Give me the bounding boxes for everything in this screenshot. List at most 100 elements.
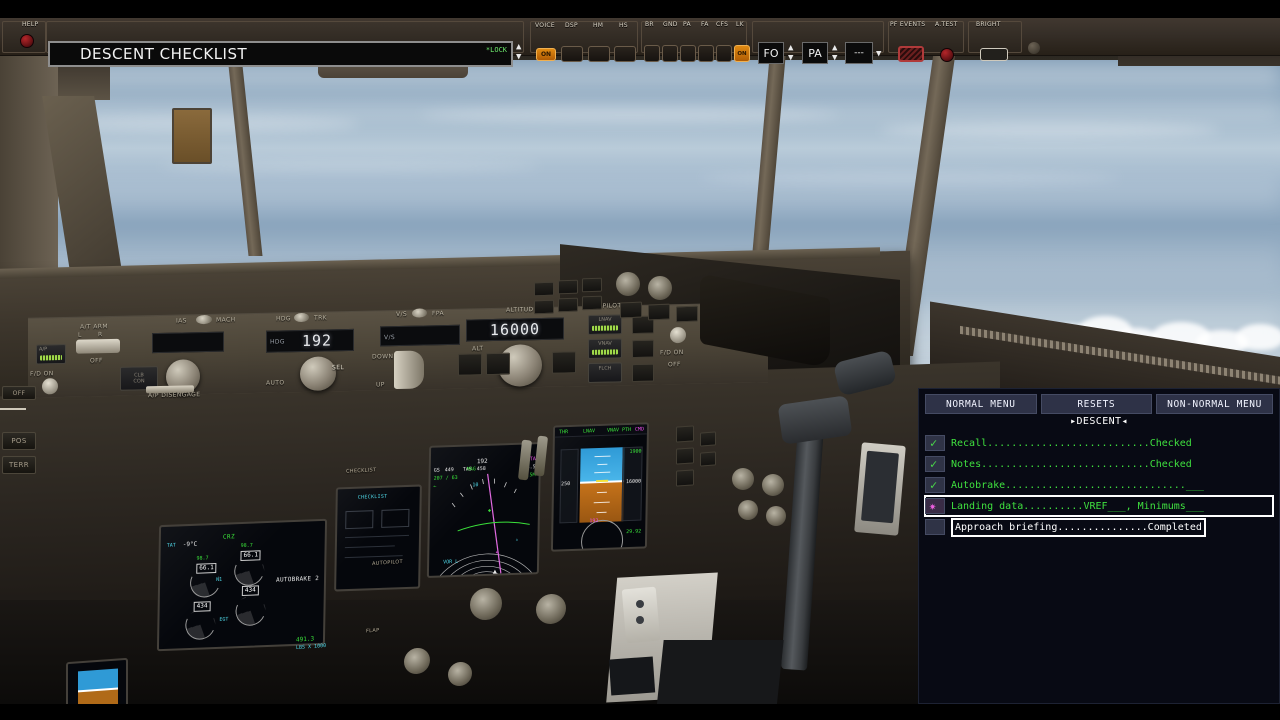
fo-up-arrow[interactable]: ▲	[788, 44, 793, 53]
ecl-checkbox[interactable]	[925, 519, 945, 535]
br-button[interactable]	[644, 45, 660, 62]
ecl-item-text: Recall...........................Checked	[951, 437, 1192, 449]
vs-label: V/S	[396, 310, 408, 319]
fa-button[interactable]	[698, 45, 714, 62]
checklist-scroll-arrows[interactable]: ▲ ▼	[516, 43, 521, 62]
fo-down-arrow[interactable]: ▼	[788, 54, 793, 63]
ias-mach-window	[152, 331, 224, 354]
ecl-row-active[interactable]: ✷ Landing data..........VREF___, Minimum…	[924, 495, 1274, 517]
flch-button[interactable]: FLCH	[588, 362, 622, 384]
mip-button-4[interactable]	[700, 431, 716, 447]
at-arm-switch[interactable]	[76, 338, 120, 354]
loc-button[interactable]	[486, 352, 510, 376]
ecl-checkbox[interactable]: ✓	[925, 435, 945, 451]
ecl-checkbox[interactable]: ✓	[925, 477, 945, 493]
ap-disengage-bar[interactable]	[146, 385, 194, 394]
efis-off-button[interactable]: OFF	[2, 386, 36, 400]
ecl-item-text: Notes............................Checked	[951, 458, 1192, 470]
bright-button[interactable]	[980, 48, 1008, 61]
ias-mach-toggle[interactable]	[196, 314, 212, 325]
n1-label: N1	[216, 576, 223, 583]
checklist-title-display[interactable]: DESCENT CHECKLIST *LOCK	[48, 41, 513, 67]
glare-button-7[interactable]	[620, 301, 642, 319]
glare-button-3[interactable]	[582, 277, 602, 293]
scroll-up-arrow[interactable]: ▲	[516, 43, 521, 52]
vs-up-label: UP	[376, 381, 385, 389]
hdg-trk-toggle[interactable]	[294, 312, 309, 323]
scroll-down-arrow[interactable]: ▼	[516, 53, 521, 62]
glare-button-5[interactable]	[558, 297, 578, 313]
pa-down-arrow[interactable]: ▼	[832, 54, 837, 63]
upper-center-display[interactable]: CHECKLIST	[334, 484, 422, 592]
altitude-window: 16000	[466, 317, 564, 342]
glare-button-6[interactable]	[582, 295, 602, 311]
altitude-label: ALTITUDE	[506, 306, 538, 314]
cfs-button[interactable]	[716, 45, 732, 62]
ecl-row[interactable]: ✓ Autobrake.............................…	[925, 475, 1273, 495]
tab-resets[interactable]: RESETS	[1040, 394, 1153, 414]
ecl-row[interactable]: ✓ Recall...........................Check…	[925, 433, 1273, 453]
fo-selector[interactable]: FO	[758, 42, 784, 64]
a-test-lamp-button[interactable]	[940, 48, 954, 62]
mcp-aux-button-3[interactable]	[632, 363, 654, 383]
lk-on-button[interactable]: ON	[734, 45, 750, 62]
efis-pos-button[interactable]: POS	[2, 432, 36, 450]
ecl-row[interactable]: ✓ Notes............................Check…	[925, 454, 1273, 474]
heading-knob[interactable]	[300, 356, 336, 392]
glare-button-9[interactable]	[676, 305, 698, 323]
pf-events-icon[interactable]	[898, 46, 924, 62]
ecl-checkbox-active[interactable]: ✷	[925, 498, 945, 514]
pedestal-knob-b[interactable]	[636, 616, 644, 624]
eicas-display[interactable]: TAT -9°C CRZ 98.7 66.1 98.7 66.1 N1 434 …	[156, 518, 328, 652]
ap-button[interactable]: A/P	[36, 343, 66, 365]
ecl-row[interactable]: Approach briefing...............Complete…	[925, 517, 1273, 537]
mcp-aux-button-2[interactable]	[632, 339, 654, 359]
primary-flight-display[interactable]: THR LNAV VNAV PTH CMD 250 16000 1900 29.…	[550, 422, 650, 552]
vs-fpa-toggle[interactable]	[412, 308, 427, 318]
dash-selector[interactable]: ---	[845, 42, 873, 64]
pa-up-arrow[interactable]: ▲	[832, 44, 837, 53]
voice-on-button[interactable]: ON	[536, 48, 556, 61]
checklist-lock-indicator: *LOCK	[485, 46, 507, 54]
glare-button-2[interactable]	[558, 279, 578, 295]
pa-selector[interactable]: PA	[802, 42, 828, 64]
pedestal-knob-a[interactable]	[636, 600, 644, 608]
fd-switch[interactable]	[42, 378, 58, 395]
mip-button-2[interactable]	[676, 447, 694, 465]
pedestal-shadow	[656, 640, 784, 710]
pa-selector-arrows[interactable]: ▲ ▼	[832, 44, 837, 63]
mip-button-5[interactable]	[700, 451, 716, 467]
pfd-fma-thrust: THR	[558, 429, 569, 436]
lnav-button[interactable]: LNAV	[588, 314, 622, 336]
pfd-alt-value: 16000	[625, 478, 642, 486]
fo-selector-arrows[interactable]: ▲ ▼	[788, 44, 793, 63]
fuel-quantity: 491.3	[296, 635, 315, 644]
glare-button-8[interactable]	[648, 303, 670, 321]
pa-button[interactable]	[680, 45, 696, 62]
pedestal-panel[interactable]	[621, 586, 661, 644]
dsp-button[interactable]	[561, 46, 583, 62]
help-lamp-button[interactable]	[20, 34, 34, 48]
gnd-button[interactable]	[662, 45, 678, 62]
hs-button[interactable]	[614, 46, 636, 62]
glare-button-1[interactable]	[534, 281, 554, 297]
efis-terr-button[interactable]: TERR	[2, 456, 36, 474]
br-label: BR	[645, 21, 654, 28]
hm-button[interactable]	[588, 46, 610, 62]
fd-switch-right[interactable]	[670, 326, 686, 344]
ecl-checkbox[interactable]: ✓	[925, 456, 945, 472]
fa-label: FA	[701, 21, 709, 28]
tab-non-normal-menu[interactable]: NON-NORMAL MENU	[1156, 394, 1274, 414]
vs-wheel[interactable]	[394, 350, 424, 390]
mip-button-1[interactable]	[676, 425, 694, 443]
pfd-speed-value: 250	[561, 481, 571, 488]
vnav-button[interactable]: VNAV	[588, 338, 622, 360]
app-button[interactable]	[552, 351, 576, 374]
tab-normal-menu[interactable]: NORMAL MENU	[925, 394, 1037, 414]
at-arm-r-label: R	[98, 331, 103, 339]
dash-down-arrow[interactable]: ▼	[876, 50, 881, 59]
hold-button[interactable]	[458, 353, 482, 376]
glare-button-4[interactable]	[534, 299, 554, 315]
ecl-phase-title: ▸DESCENT◂	[1070, 416, 1128, 427]
mip-button-3[interactable]	[676, 469, 694, 487]
